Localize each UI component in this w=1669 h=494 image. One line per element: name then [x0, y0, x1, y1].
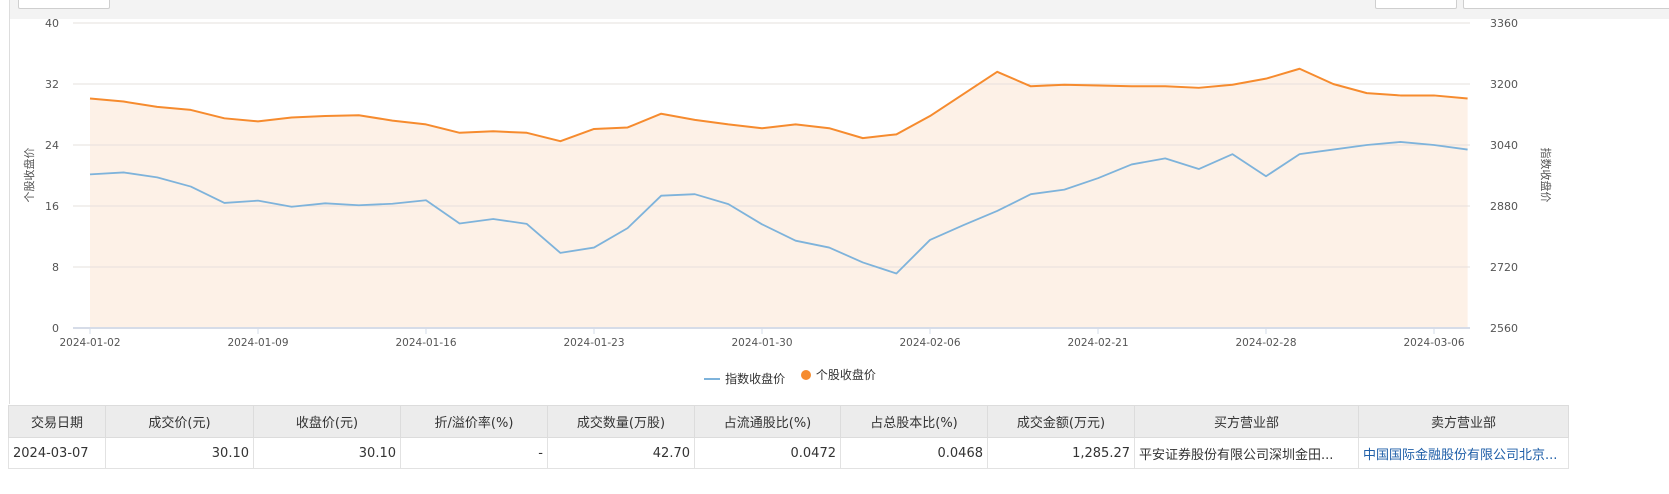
- left-axis-label: 个股收盘价: [22, 148, 36, 203]
- block-trade-table: 交易日期 成交价(元) 收盘价(元) 折/溢价率(%) 成交数量(万股) 占流通…: [8, 405, 1569, 469]
- x-axis-tick: 2024-01-23: [563, 337, 624, 349]
- right-axis-label: 指数收盘价: [1539, 148, 1553, 203]
- cell-float-ratio: 0.0472: [694, 437, 841, 469]
- cell-trade-price: 30.10: [105, 437, 254, 469]
- cell-seller[interactable]: 中国国际金融股份有限公司北京...: [1358, 437, 1569, 469]
- line-swatch-icon: [704, 377, 721, 380]
- table-header-row: 交易日期 成交价(元) 收盘价(元) 折/溢价率(%) 成交数量(万股) 占流通…: [8, 405, 1569, 438]
- price-chart: 0 8 16 24 32 40 2560 2720 2880 3040 3200 3360 个股收盘价 指…: [22, 17, 1553, 349]
- legend-item-stock[interactable]: 个股收盘价: [800, 366, 876, 383]
- left-axis-tick: 8: [52, 261, 59, 274]
- col-header[interactable]: 收盘价(元): [253, 405, 401, 438]
- col-header[interactable]: 买方营业部: [1134, 405, 1359, 438]
- legend-item-index[interactable]: 指数收盘价: [704, 370, 785, 387]
- legend: 指数收盘价 个股收盘价: [0, 366, 1580, 387]
- right-axis-tick: 2720: [1490, 261, 1518, 274]
- col-header[interactable]: 卖方营业部: [1358, 405, 1569, 438]
- cell-buyer[interactable]: 平安证券股份有限公司深圳金田...: [1134, 437, 1359, 469]
- col-header[interactable]: 成交数量(万股): [547, 405, 695, 438]
- left-axis-tick: 0: [52, 322, 59, 335]
- cell-volume: 42.70: [547, 437, 695, 469]
- col-header[interactable]: 成交金额(万元): [987, 405, 1135, 438]
- right-axis-tick: 3360: [1490, 17, 1518, 30]
- right-axis-tick: 3040: [1490, 139, 1518, 152]
- cell-amount: 1,285.27: [987, 437, 1135, 469]
- col-header[interactable]: 占总股本比(%): [840, 405, 988, 438]
- col-header[interactable]: 占流通股比(%): [694, 405, 841, 438]
- table-row: 2024-03-07 30.10 30.10 - 42.70 0.0472 0.…: [8, 437, 1569, 469]
- x-axis-tick: 2024-01-16: [395, 337, 456, 349]
- x-axis-tick: 2024-01-09: [227, 337, 288, 349]
- right-axis-tick: 2560: [1490, 322, 1518, 335]
- col-header[interactable]: 折/溢价率(%): [400, 405, 548, 438]
- x-axis-tick: 2024-02-06: [899, 337, 960, 349]
- left-axis-tick: 32: [45, 78, 59, 91]
- x-axis-tick: 2024-01-30: [731, 337, 792, 349]
- col-header[interactable]: 成交价(元): [105, 405, 254, 438]
- stock-price-area: [90, 68, 1468, 328]
- cell-date: 2024-03-07: [8, 437, 106, 469]
- right-axis-tick: 3200: [1490, 78, 1518, 91]
- left-axis-tick: 40: [45, 17, 59, 30]
- left-axis-tick: 16: [45, 200, 59, 213]
- dot-swatch-icon: [800, 369, 811, 380]
- x-axis-tick: 2024-02-21: [1067, 337, 1128, 349]
- cell-premium: -: [400, 437, 548, 469]
- x-axis-tick: 2024-02-28: [1235, 337, 1296, 349]
- col-header[interactable]: 交易日期: [8, 405, 106, 438]
- right-axis-tick: 2880: [1490, 200, 1518, 213]
- x-axis-tick: 2024-01-02: [59, 337, 120, 349]
- cell-close-price: 30.10: [253, 437, 401, 469]
- left-axis-tick: 24: [45, 139, 59, 152]
- cell-total-ratio: 0.0468: [840, 437, 988, 469]
- x-axis-tick: 2024-03-06: [1403, 337, 1464, 349]
